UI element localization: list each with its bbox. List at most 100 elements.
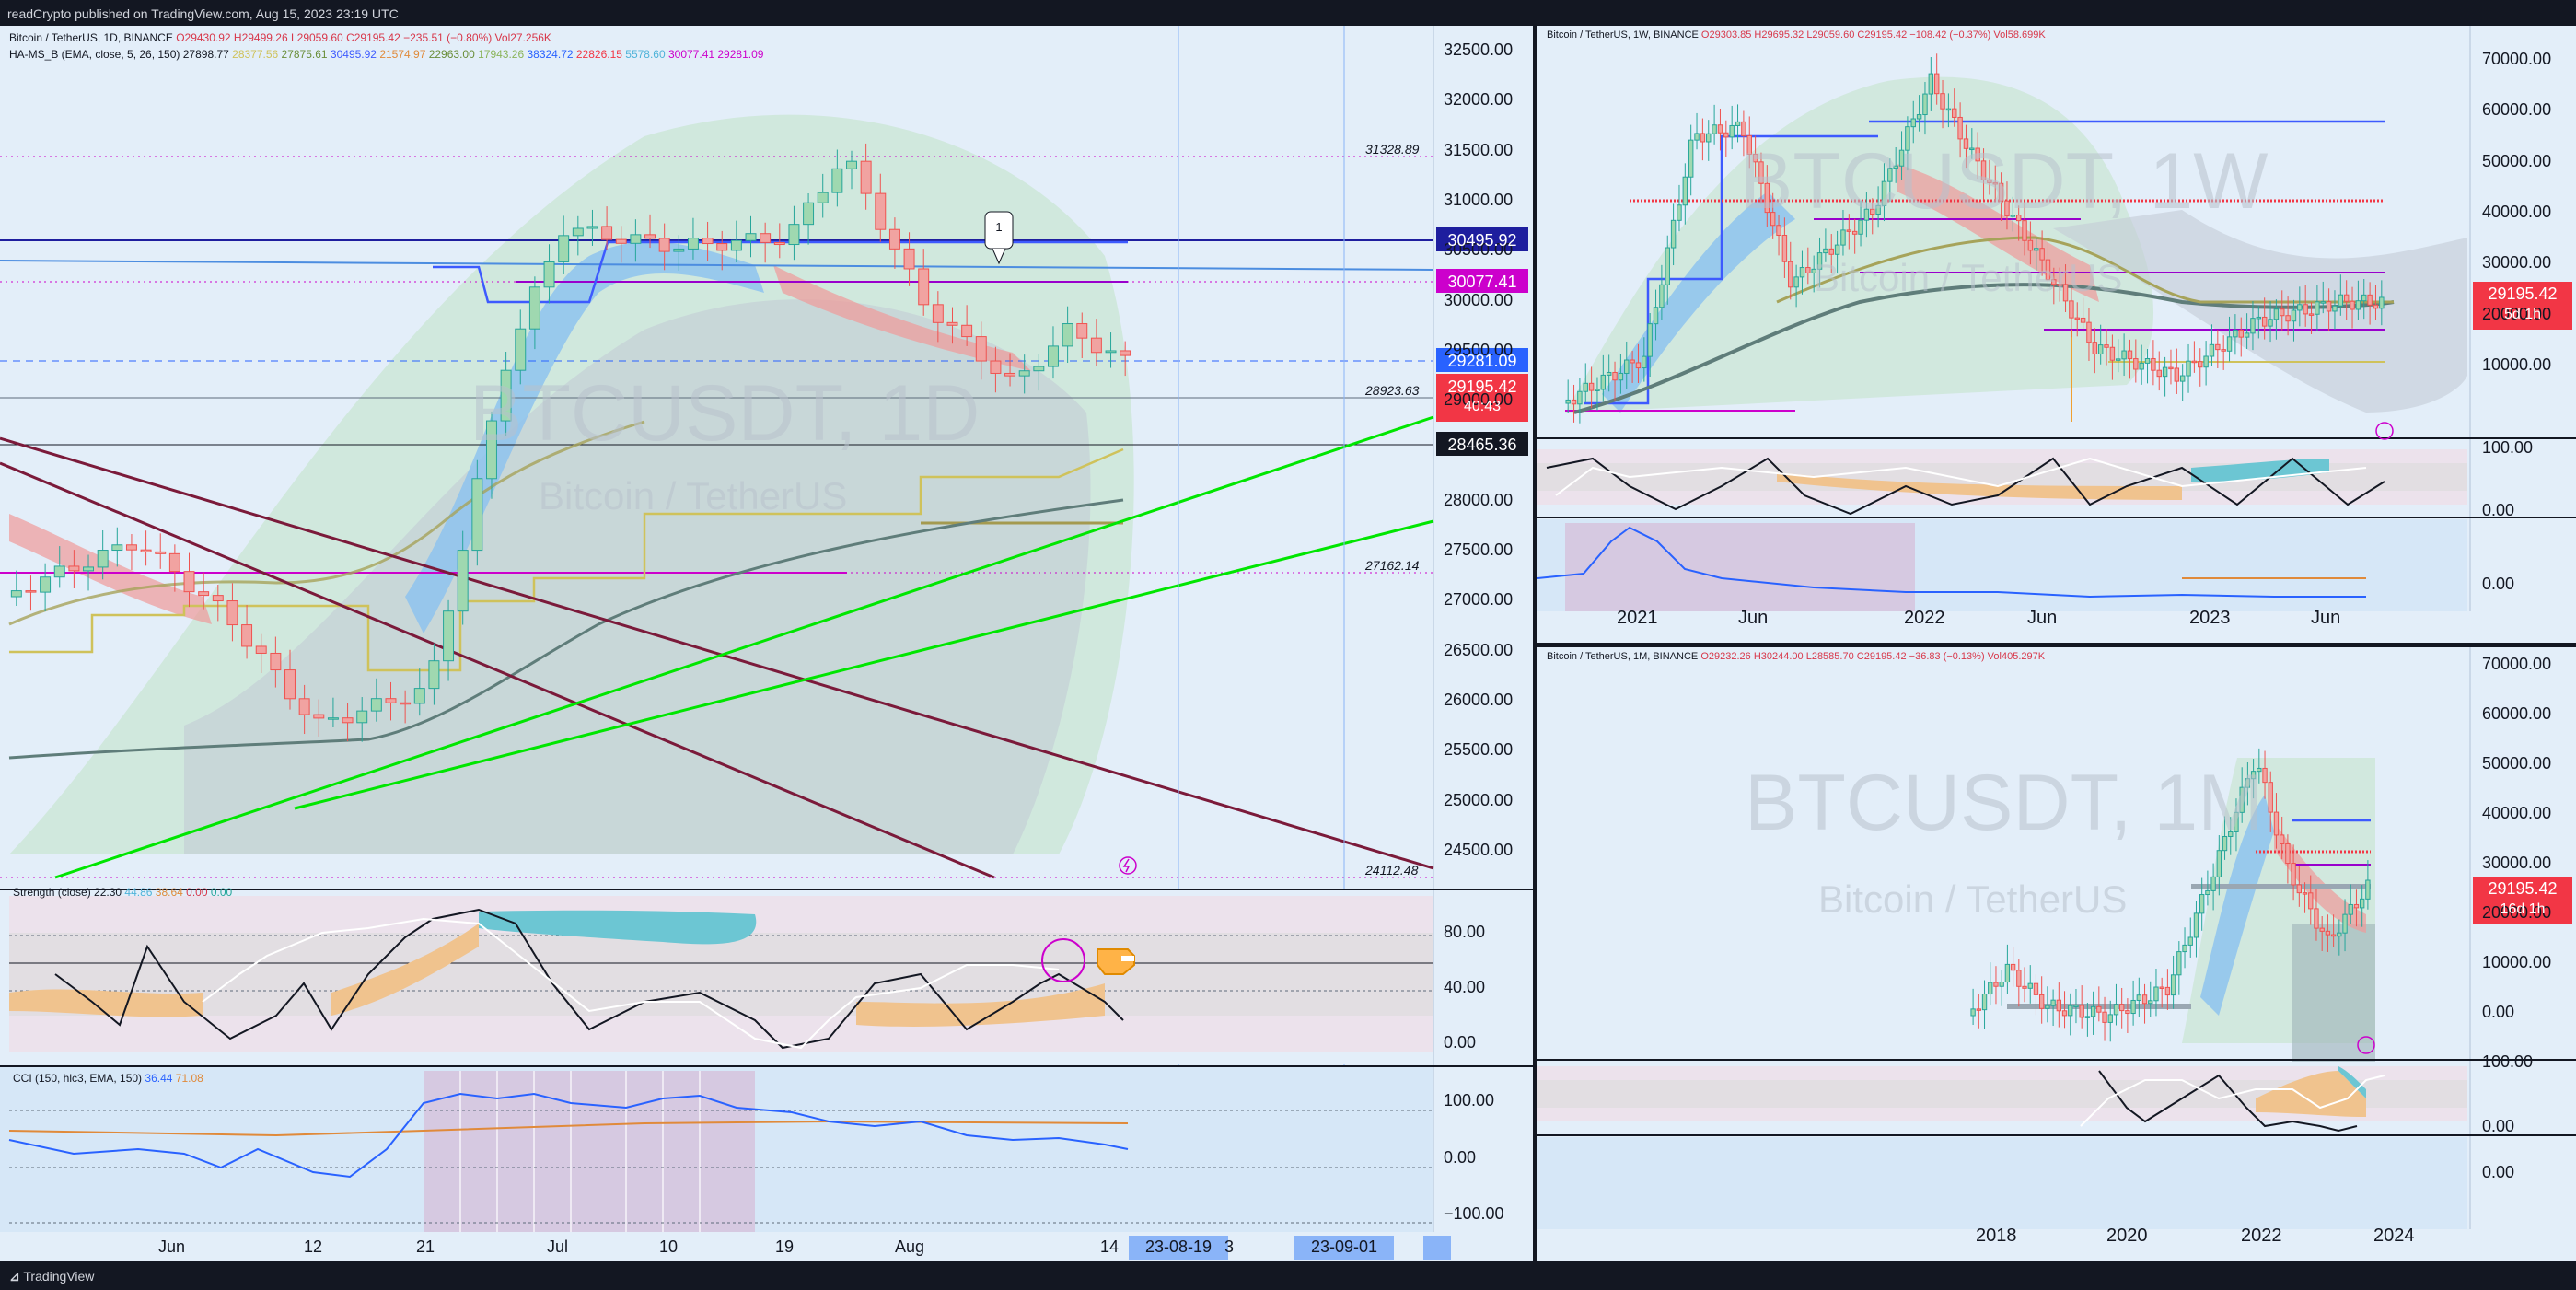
weekly-candle xyxy=(2162,366,2168,378)
publish-title: readCrypto published on TradingView.com,… xyxy=(7,6,399,21)
monthly-candle xyxy=(2199,894,2205,914)
weekly-candle xyxy=(1851,230,1858,235)
monthly-candle xyxy=(2107,1014,2113,1023)
monthly-candle xyxy=(2353,903,2360,909)
weekly-candle xyxy=(2285,315,2291,322)
weekly-candle xyxy=(2144,357,2151,364)
price-tag-countdown: 40:43 xyxy=(1463,399,1502,414)
strength-tick: 0.00 xyxy=(1444,1033,1477,1052)
weekly-candle xyxy=(1729,124,1735,138)
weekly-candle xyxy=(1834,244,1840,255)
monthly-price-tick: 30000.00 xyxy=(2482,854,2552,872)
daily-candle xyxy=(630,234,642,244)
weekly-candle xyxy=(1653,307,1659,325)
weekly-candle xyxy=(2179,375,2186,382)
weekly-candle xyxy=(2273,308,2280,320)
red-ribbon xyxy=(9,514,212,624)
weekly-candle xyxy=(1952,108,1957,118)
daily-candle xyxy=(760,233,772,243)
weekly-candle xyxy=(1700,133,1706,143)
monthly-candle xyxy=(2164,986,2171,996)
weekly-candle xyxy=(2291,309,2297,322)
weekly-candle xyxy=(1583,382,1588,392)
monthly-candle xyxy=(2348,903,2353,915)
weekly-chart-svg[interactable] xyxy=(1537,26,2576,643)
daily-symbol-line: Bitcoin / TetherUS, 1D, BINANCE xyxy=(9,31,173,44)
daily-chart-svg[interactable]: 1 xyxy=(0,26,1533,1261)
daily-candle xyxy=(1048,345,1059,367)
daily-candle xyxy=(803,202,815,226)
monthly-osc-tick: 100.00 xyxy=(2482,1052,2534,1071)
monthly-candle xyxy=(2125,1010,2130,1015)
daily-chart-panel[interactable]: 1 Bitcoin / TetherUS, 1D, BINANCE O29430… xyxy=(0,26,1533,1261)
weekly-candle xyxy=(2198,361,2203,368)
monthly-chart-panel[interactable]: Bitcoin / TetherUS, 1M, BINANCE O29232.2… xyxy=(1537,647,2576,1261)
strength-tick: 40.00 xyxy=(1444,978,1486,996)
weekly-candle xyxy=(2109,346,2116,361)
daily-candle xyxy=(702,238,714,245)
daily-candle xyxy=(1105,350,1117,354)
weekly-candle xyxy=(1677,204,1682,221)
daily-time-tick: 12 xyxy=(304,1238,323,1256)
weekly-candle xyxy=(1823,248,1828,254)
weekly-candle xyxy=(1793,276,1799,288)
pointing-hand-icon xyxy=(1097,948,1135,975)
weekly-close: C29195.42 xyxy=(1857,29,1908,41)
daily-candle xyxy=(975,336,987,362)
price-tag-28465: 28465.36 xyxy=(1447,436,1517,454)
daily-candle xyxy=(327,717,339,720)
monthly-volume: Vol405.297K xyxy=(1987,651,2046,662)
cci-tick: 0.00 xyxy=(1444,1148,1477,1167)
weekly-candle xyxy=(2379,296,2385,309)
monthly-candle xyxy=(2291,863,2296,886)
weekly-candle xyxy=(2116,358,2121,361)
time-tag-1: 23-08-19 xyxy=(1144,1238,1213,1256)
daily-open: O29430.92 xyxy=(176,31,231,44)
tradingview-logo[interactable]: ⊿ TradingView xyxy=(9,1269,94,1284)
weekly-candle xyxy=(2355,300,2361,310)
monthly-candle xyxy=(2193,912,2199,938)
daily-candle xyxy=(586,226,598,229)
daily-indicator-header: HA-MS_B (EMA, close, 5, 26, 150) 27898.7… xyxy=(9,48,763,61)
weekly-candle xyxy=(2244,332,2250,338)
monthly-chart-svg[interactable] xyxy=(1537,647,2576,1261)
indicator-name: HA-MS_B (EMA, close, 5, 26, 150) xyxy=(9,48,180,61)
monthly-close: C29195.42 xyxy=(1856,651,1907,662)
weekly-price-tick: 70000.00 xyxy=(2482,50,2552,68)
daily-candle xyxy=(860,160,872,194)
weekly-watermark: BTCUSDT, 1W xyxy=(1740,137,2269,226)
daily-candle xyxy=(788,224,800,246)
monthly-candle xyxy=(2337,932,2342,937)
weekly-candle xyxy=(1916,114,1922,120)
weekly-candle xyxy=(2326,301,2332,312)
daily-price-tick: 31000.00 xyxy=(1444,190,1514,209)
daily-close: C29195.42 xyxy=(346,31,400,44)
weekly-candle xyxy=(2121,350,2127,360)
monthly-price-tick: 60000.00 xyxy=(2482,704,2552,723)
weekly-candle xyxy=(1571,399,1577,405)
daily-candle xyxy=(903,248,915,270)
weekly-candle xyxy=(2186,360,2191,377)
monthly-candle xyxy=(2314,908,2319,929)
daily-candle xyxy=(773,241,785,246)
daily-candle xyxy=(1120,350,1131,356)
weekly-candle xyxy=(1723,132,1729,138)
daily-candle xyxy=(342,717,354,724)
weekly-candle xyxy=(1840,229,1846,246)
indicator-value-4: 21574.97 xyxy=(376,48,426,61)
daily-candle xyxy=(846,160,857,169)
monthly-candle xyxy=(2280,834,2285,844)
monthly-symbol-line: Bitcoin / TetherUS, 1M, BINANCE xyxy=(1547,651,1699,662)
monthly-candle xyxy=(2268,782,2273,813)
weekly-chart-panel[interactable]: Bitcoin / TetherUS, 1W, BINANCE O29303.8… xyxy=(1537,26,2576,643)
weekly-candle xyxy=(2226,336,2233,352)
weekly-candle xyxy=(1635,362,1642,369)
strength-tick: 80.00 xyxy=(1444,923,1486,941)
indicator-value-1: 28377.56 xyxy=(228,48,279,61)
monthly-candle xyxy=(2073,1005,2079,1007)
monthly-price-tick: 10000.00 xyxy=(2482,953,2552,971)
daily-candle xyxy=(168,552,180,573)
monthly-candle xyxy=(2325,930,2331,936)
daily-candle xyxy=(471,478,483,552)
cci-value-0: 36.44 xyxy=(145,1072,173,1085)
